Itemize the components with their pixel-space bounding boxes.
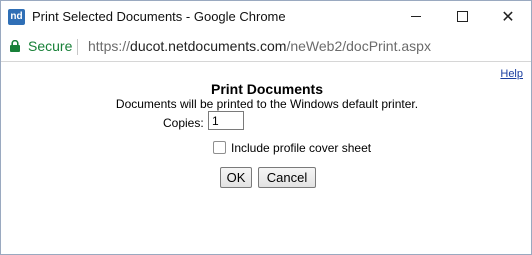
help-link[interactable]: Help — [500, 68, 523, 81]
page-subtitle: Documents will be printed to the Windows… — [115, 97, 419, 111]
maximize-icon — [456, 11, 468, 22]
ok-button[interactable]: OK — [220, 167, 252, 188]
url-prefix: https:// — [88, 38, 131, 54]
minimize-icon — [411, 16, 421, 17]
close-icon: ✕ — [501, 6, 515, 26]
page-content: Help Print Documents Documents will be p… — [1, 62, 531, 254]
address-bar[interactable]: Secure https://ducot.netdocuments.com/ne… — [1, 32, 531, 62]
close-button[interactable]: ✕ — [485, 1, 531, 32]
window-title: Print Selected Documents - Google Chrome — [32, 9, 286, 24]
page-title: Print Documents — [210, 81, 323, 97]
minimize-button[interactable] — [393, 1, 439, 32]
netdocuments-app-icon: nd — [8, 9, 25, 25]
url-host: ducot.netdocuments.com — [130, 38, 287, 54]
secure-label: Secure — [28, 38, 73, 54]
cover-sheet-checkbox[interactable] — [213, 141, 226, 154]
url-text[interactable]: https://ducot.netdocuments.com/neWeb2/do… — [88, 38, 431, 55]
browser-popup-window: nd Print Selected Documents - Google Chr… — [0, 0, 532, 255]
maximize-button[interactable] — [439, 1, 485, 32]
address-separator — [77, 39, 78, 55]
cancel-button[interactable]: Cancel — [258, 167, 316, 188]
title-bar: nd Print Selected Documents - Google Chr… — [1, 1, 531, 32]
copies-input[interactable]: 1 — [208, 111, 244, 130]
url-path: /neWeb2/docPrint.aspx — [286, 38, 431, 54]
cover-sheet-label[interactable]: Include profile cover sheet — [231, 141, 371, 155]
copies-label: Copies: — [163, 116, 204, 130]
lock-icon — [10, 40, 20, 52]
